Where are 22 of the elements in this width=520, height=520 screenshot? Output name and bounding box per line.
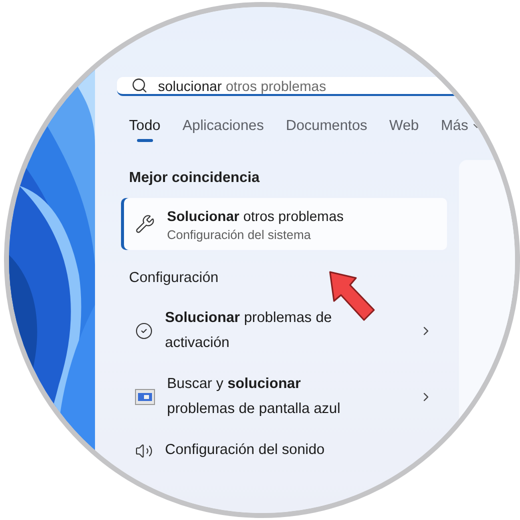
monitor-icon <box>135 389 155 405</box>
section-heading: Mejor coincidencia <box>128 169 261 188</box>
filter-tab[interactable]: Web <box>389 118 419 148</box>
filter-tab[interactable]: Todo <box>129 118 160 148</box>
filter-tab[interactable]: Aplicaciones <box>182 118 264 148</box>
search-icon <box>131 77 148 94</box>
best-match-item[interactable]: Solucionar otros problemas Configuración del sistema <box>121 198 447 250</box>
wrench-icon <box>135 214 155 234</box>
more-menu[interactable]: Más <box>440 118 484 148</box>
speaker-icon <box>135 442 153 460</box>
result-title: Buscar y solucionar problemas de pantalla azul <box>167 375 342 419</box>
search-text: solucionar otros problemas <box>158 78 326 94</box>
result-subtitle: Configuración del sistema <box>167 228 312 242</box>
settings-result-item[interactable]: Configuración del sonido <box>121 430 447 471</box>
section-heading: Configuración <box>128 269 218 288</box>
settings-result-item[interactable]: Solucionar problemas de activación <box>121 298 447 364</box>
result-title: Configuración del sonido <box>165 441 326 460</box>
result-title: Solucionar problemas de activación <box>165 309 333 353</box>
result-title: Solucionar otros problemas <box>167 207 344 226</box>
filter-tab[interactable]: Documentos <box>286 118 368 148</box>
check-circle-icon <box>135 322 153 340</box>
settings-result-item[interactable]: Buscar y solucionar problemas de pantalla azul <box>121 364 447 430</box>
